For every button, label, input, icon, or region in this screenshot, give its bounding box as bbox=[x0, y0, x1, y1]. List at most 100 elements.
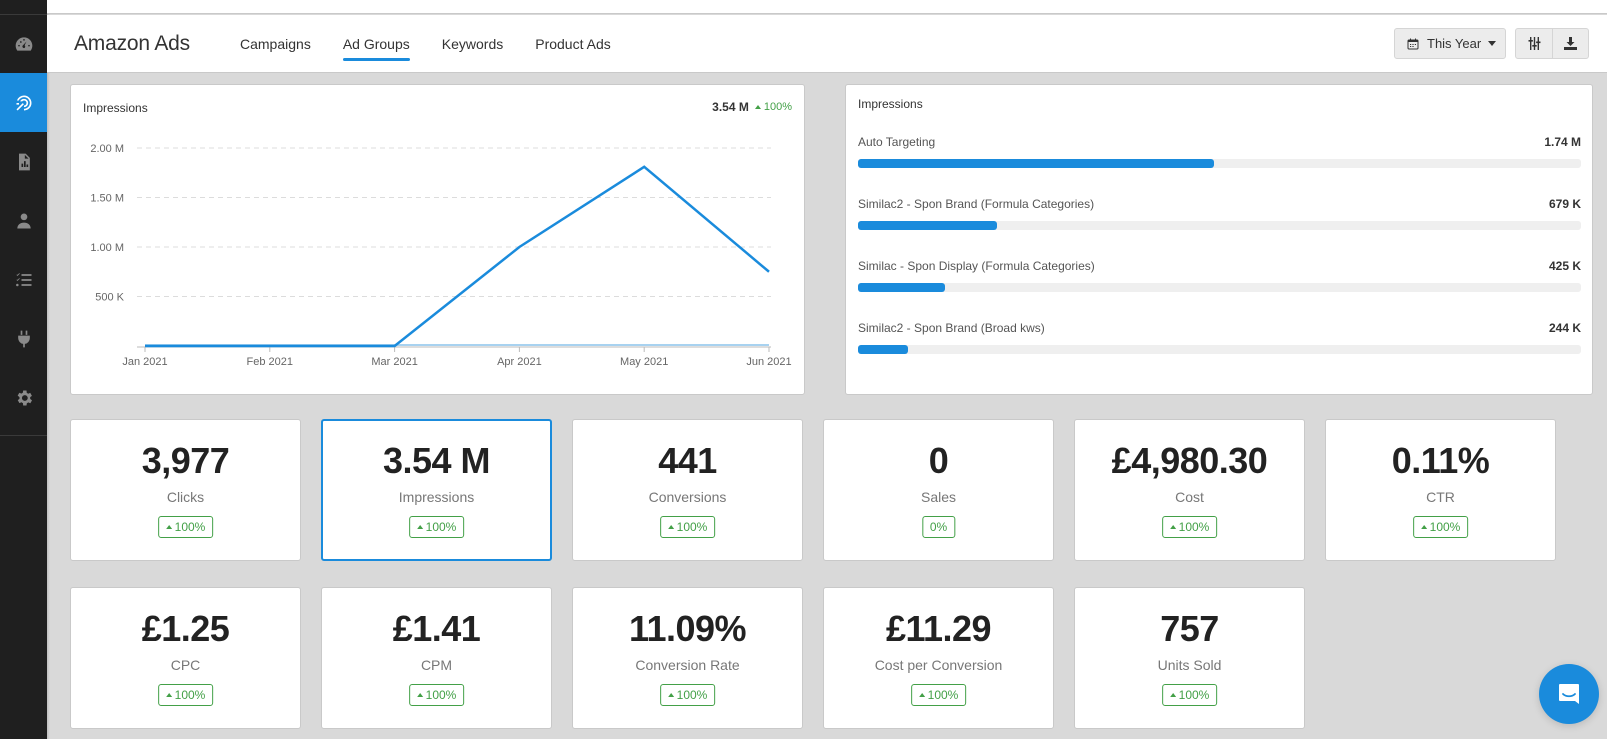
breakdown-track bbox=[858, 345, 1581, 354]
kpi-change-value: 100% bbox=[1178, 520, 1210, 534]
gear-icon bbox=[17, 390, 32, 405]
kpi-change-value: 100% bbox=[174, 520, 206, 534]
kpi-label: Conversion Rate bbox=[635, 657, 740, 673]
sidebar-item-users[interactable] bbox=[0, 191, 47, 250]
kpi-label: CPC bbox=[170, 657, 201, 673]
breakdown-title: Impressions bbox=[858, 97, 923, 111]
arrow-up-icon bbox=[1169, 525, 1176, 529]
x-tick-label: Mar 2021 bbox=[371, 356, 417, 368]
arrow-up-icon bbox=[165, 693, 172, 697]
download-button[interactable] bbox=[1552, 29, 1588, 58]
kpi-change-value: 100% bbox=[676, 520, 708, 534]
kpi-change-value: 100% bbox=[927, 688, 959, 702]
kpi-label: Conversions bbox=[648, 489, 727, 505]
tab-bar: Campaigns Ad Groups Keywords Product Ads bbox=[240, 15, 643, 73]
sliders-icon bbox=[1528, 37, 1540, 50]
kpi-value: £11.29 bbox=[885, 608, 992, 649]
kpi-change-badge: 100% bbox=[408, 516, 465, 538]
checklist-icon bbox=[15, 272, 31, 286]
kpi-change-badge: 0% bbox=[921, 516, 956, 538]
arrow-up-icon bbox=[1169, 693, 1176, 697]
breakdown-row: Auto Targeting 1.74 M bbox=[858, 135, 1581, 185]
line-chart: 500 K 1.00 M 1.50 M 2.00 M Jan 2021 Feb 2021 M… bbox=[90, 143, 791, 368]
y-tick-label: 1.50 M bbox=[90, 193, 124, 205]
download-icon bbox=[1564, 37, 1577, 50]
breakdown-row: Similac2 - Spon Brand (Formula Categorie… bbox=[858, 197, 1581, 247]
date-range-dropdown[interactable]: This Year bbox=[1394, 28, 1506, 59]
kpi-label: CPM bbox=[420, 657, 453, 673]
x-tick-label: Feb 2021 bbox=[247, 356, 293, 368]
kpi-card-ctr[interactable]: 0.11% CTR 100% bbox=[1325, 419, 1556, 561]
sidebar-divider bbox=[0, 435, 47, 436]
kpi-label: Impressions bbox=[398, 489, 475, 505]
chat-button[interactable] bbox=[1539, 664, 1599, 724]
kpi-label: Clicks bbox=[166, 489, 205, 505]
page-title: Amazon Ads bbox=[74, 32, 190, 55]
kpi-card-conversions[interactable]: 441 Conversions 100% bbox=[572, 419, 803, 561]
y-tick-label: 1.00 M bbox=[90, 242, 124, 254]
sidebar bbox=[0, 0, 47, 739]
kpi-card-sales[interactable]: 0 Sales 0% bbox=[823, 419, 1054, 561]
sidebar-item-dashboard[interactable] bbox=[0, 14, 47, 73]
kpi-value: £4,980.30 bbox=[1111, 440, 1268, 481]
kpi-change-badge: 100% bbox=[157, 684, 214, 706]
kpi-value: 11.09% bbox=[628, 608, 747, 649]
breakdown-bar bbox=[858, 345, 908, 354]
kpi-card-clicks[interactable]: 3,977 Clicks 100% bbox=[70, 419, 301, 561]
kpi-label: Cost per Conversion bbox=[874, 657, 1003, 673]
kpi-change-badge: 100% bbox=[157, 516, 214, 538]
kpi-label: CTR bbox=[1426, 489, 1455, 505]
kpi-label: Cost bbox=[1175, 489, 1204, 505]
breakdown-bar bbox=[858, 159, 1214, 168]
speedometer-icon bbox=[15, 36, 32, 51]
kpi-change-value: 0% bbox=[929, 520, 948, 534]
breakdown-value: 1.74 M bbox=[1544, 135, 1581, 149]
y-tick-label: 2.00 M bbox=[90, 143, 124, 155]
report-file-icon bbox=[18, 153, 30, 170]
arrow-up-icon bbox=[416, 525, 423, 529]
sidebar-item-settings[interactable] bbox=[0, 368, 47, 427]
caret-down-icon bbox=[1488, 41, 1497, 46]
kpi-label: Units Sold bbox=[1157, 657, 1222, 673]
kpi-value: 757 bbox=[1160, 608, 1219, 649]
kpi-value: 3,977 bbox=[141, 440, 230, 481]
top-strip bbox=[47, 0, 1607, 14]
kpi-card-units-sold[interactable]: 757 Units Sold 100% bbox=[1074, 587, 1305, 729]
y-tick-label: 500 K bbox=[95, 292, 124, 304]
impressions-breakdown-panel: Impressions Auto Targeting 1.74 M Similac2… bbox=[845, 84, 1593, 395]
sidebar-item-tasks[interactable] bbox=[0, 250, 47, 309]
breakdown-value: 425 K bbox=[1548, 259, 1581, 273]
impressions-line-chart-panel: Impressions 3.54 M 100% 500 K 1.00 M 1.50 … bbox=[70, 84, 805, 395]
kpi-change-value: 100% bbox=[425, 520, 457, 534]
kpi-value: 441 bbox=[658, 440, 717, 481]
tab-campaigns[interactable]: Campaigns bbox=[240, 15, 311, 73]
kpi-card-conversion-rate[interactable]: 11.09% Conversion Rate 100% bbox=[572, 587, 803, 729]
breakdown-row: Similac - Spon Display (Formula Categori… bbox=[858, 259, 1581, 309]
kpi-label: Sales bbox=[920, 489, 957, 505]
breakdown-value: 679 K bbox=[1548, 197, 1581, 211]
arrow-up-icon bbox=[165, 525, 172, 529]
kpi-card-cost-per-conversion[interactable]: £11.29 Cost per Conversion 100% bbox=[823, 587, 1054, 729]
tab-keywords[interactable]: Keywords bbox=[442, 15, 503, 73]
sidebar-item-ads[interactable] bbox=[0, 73, 47, 132]
arrow-up-icon bbox=[667, 693, 674, 697]
sidebar-shadow bbox=[47, 0, 50, 739]
breakdown-bar bbox=[858, 221, 997, 230]
breakdown-label: Similac - Spon Display (Formula Categori… bbox=[858, 259, 1095, 273]
sidebar-item-reports[interactable] bbox=[0, 132, 47, 191]
column-settings-button[interactable] bbox=[1516, 29, 1552, 58]
kpi-card-cost[interactable]: £4,980.30 Cost 100% bbox=[1074, 419, 1305, 561]
kpi-card-cpc[interactable]: £1.25 CPC 100% bbox=[70, 587, 301, 729]
breakdown-track bbox=[858, 283, 1581, 292]
date-range-label: This Year bbox=[1427, 36, 1482, 51]
calendar-icon bbox=[1407, 38, 1419, 49]
tab-product-ads[interactable]: Product Ads bbox=[535, 15, 611, 73]
tab-ad-groups[interactable]: Ad Groups bbox=[342, 15, 410, 73]
sidebar-item-integrations[interactable] bbox=[0, 309, 47, 368]
kpi-change-badge: 100% bbox=[1161, 516, 1218, 538]
arrow-up-icon bbox=[667, 525, 674, 529]
breakdown-label: Auto Targeting bbox=[858, 135, 936, 149]
kpi-value: £1.25 bbox=[141, 608, 230, 649]
kpi-card-cpm[interactable]: £1.41 CPM 100% bbox=[321, 587, 552, 729]
kpi-card-impressions[interactable]: 3.54 M Impressions 100% bbox=[321, 419, 552, 561]
